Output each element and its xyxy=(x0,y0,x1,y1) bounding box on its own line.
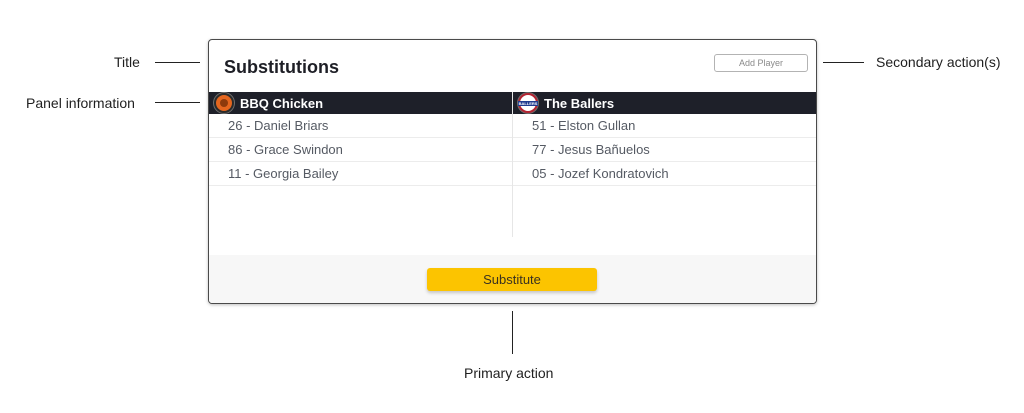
secondary-actions-callout-line xyxy=(823,62,864,63)
primary-action-callout-line xyxy=(512,311,513,354)
player-row[interactable]: 05 - Jozef Kondratovich xyxy=(513,162,816,186)
team-header: BBQ Chicken xyxy=(209,92,512,114)
substitute-button[interactable]: Substitute xyxy=(427,268,597,291)
player-row[interactable]: 86 - Grace Swindon xyxy=(209,138,512,162)
title-callout-label: Title xyxy=(114,54,140,70)
team-name: The Ballers xyxy=(544,95,615,111)
player-row[interactable]: 77 - Jesus Bañuelos xyxy=(513,138,816,162)
team-header: BALLERS The Ballers xyxy=(513,92,816,114)
team-panel-the-ballers: BALLERS The Ballers 51 - Elston Gullan 7… xyxy=(512,92,816,237)
bbq-chicken-logo-icon xyxy=(214,93,234,113)
modal-title: Substitutions xyxy=(224,57,339,77)
title-callout-line xyxy=(155,62,200,63)
team-name: BBQ Chicken xyxy=(240,95,324,111)
secondary-actions-callout-label: Secondary action(s) xyxy=(876,54,1001,70)
substitutions-modal: Substitutions Add Player BBQ Chicken 26 … xyxy=(208,39,817,304)
panel-information-callout-label: Panel information xyxy=(26,95,135,111)
the-ballers-logo-icon: BALLERS xyxy=(517,93,539,113)
panel-information-callout-line xyxy=(155,102,200,103)
player-list: 51 - Elston Gullan 77 - Jesus Bañuelos 0… xyxy=(513,114,816,186)
team-panel-bbq-chicken: BBQ Chicken 26 - Daniel Briars 86 - Grac… xyxy=(209,92,512,237)
team-panels: BBQ Chicken 26 - Daniel Briars 86 - Grac… xyxy=(209,92,816,237)
player-row[interactable]: 11 - Georgia Bailey xyxy=(209,162,512,186)
player-list: 26 - Daniel Briars 86 - Grace Swindon 11… xyxy=(209,114,512,186)
primary-action-callout-label: Primary action xyxy=(464,365,554,381)
player-row[interactable]: 26 - Daniel Briars xyxy=(209,114,512,138)
add-player-button[interactable]: Add Player xyxy=(714,54,808,72)
modal-footer: Substitute xyxy=(209,255,816,303)
player-row[interactable]: 51 - Elston Gullan xyxy=(513,114,816,138)
